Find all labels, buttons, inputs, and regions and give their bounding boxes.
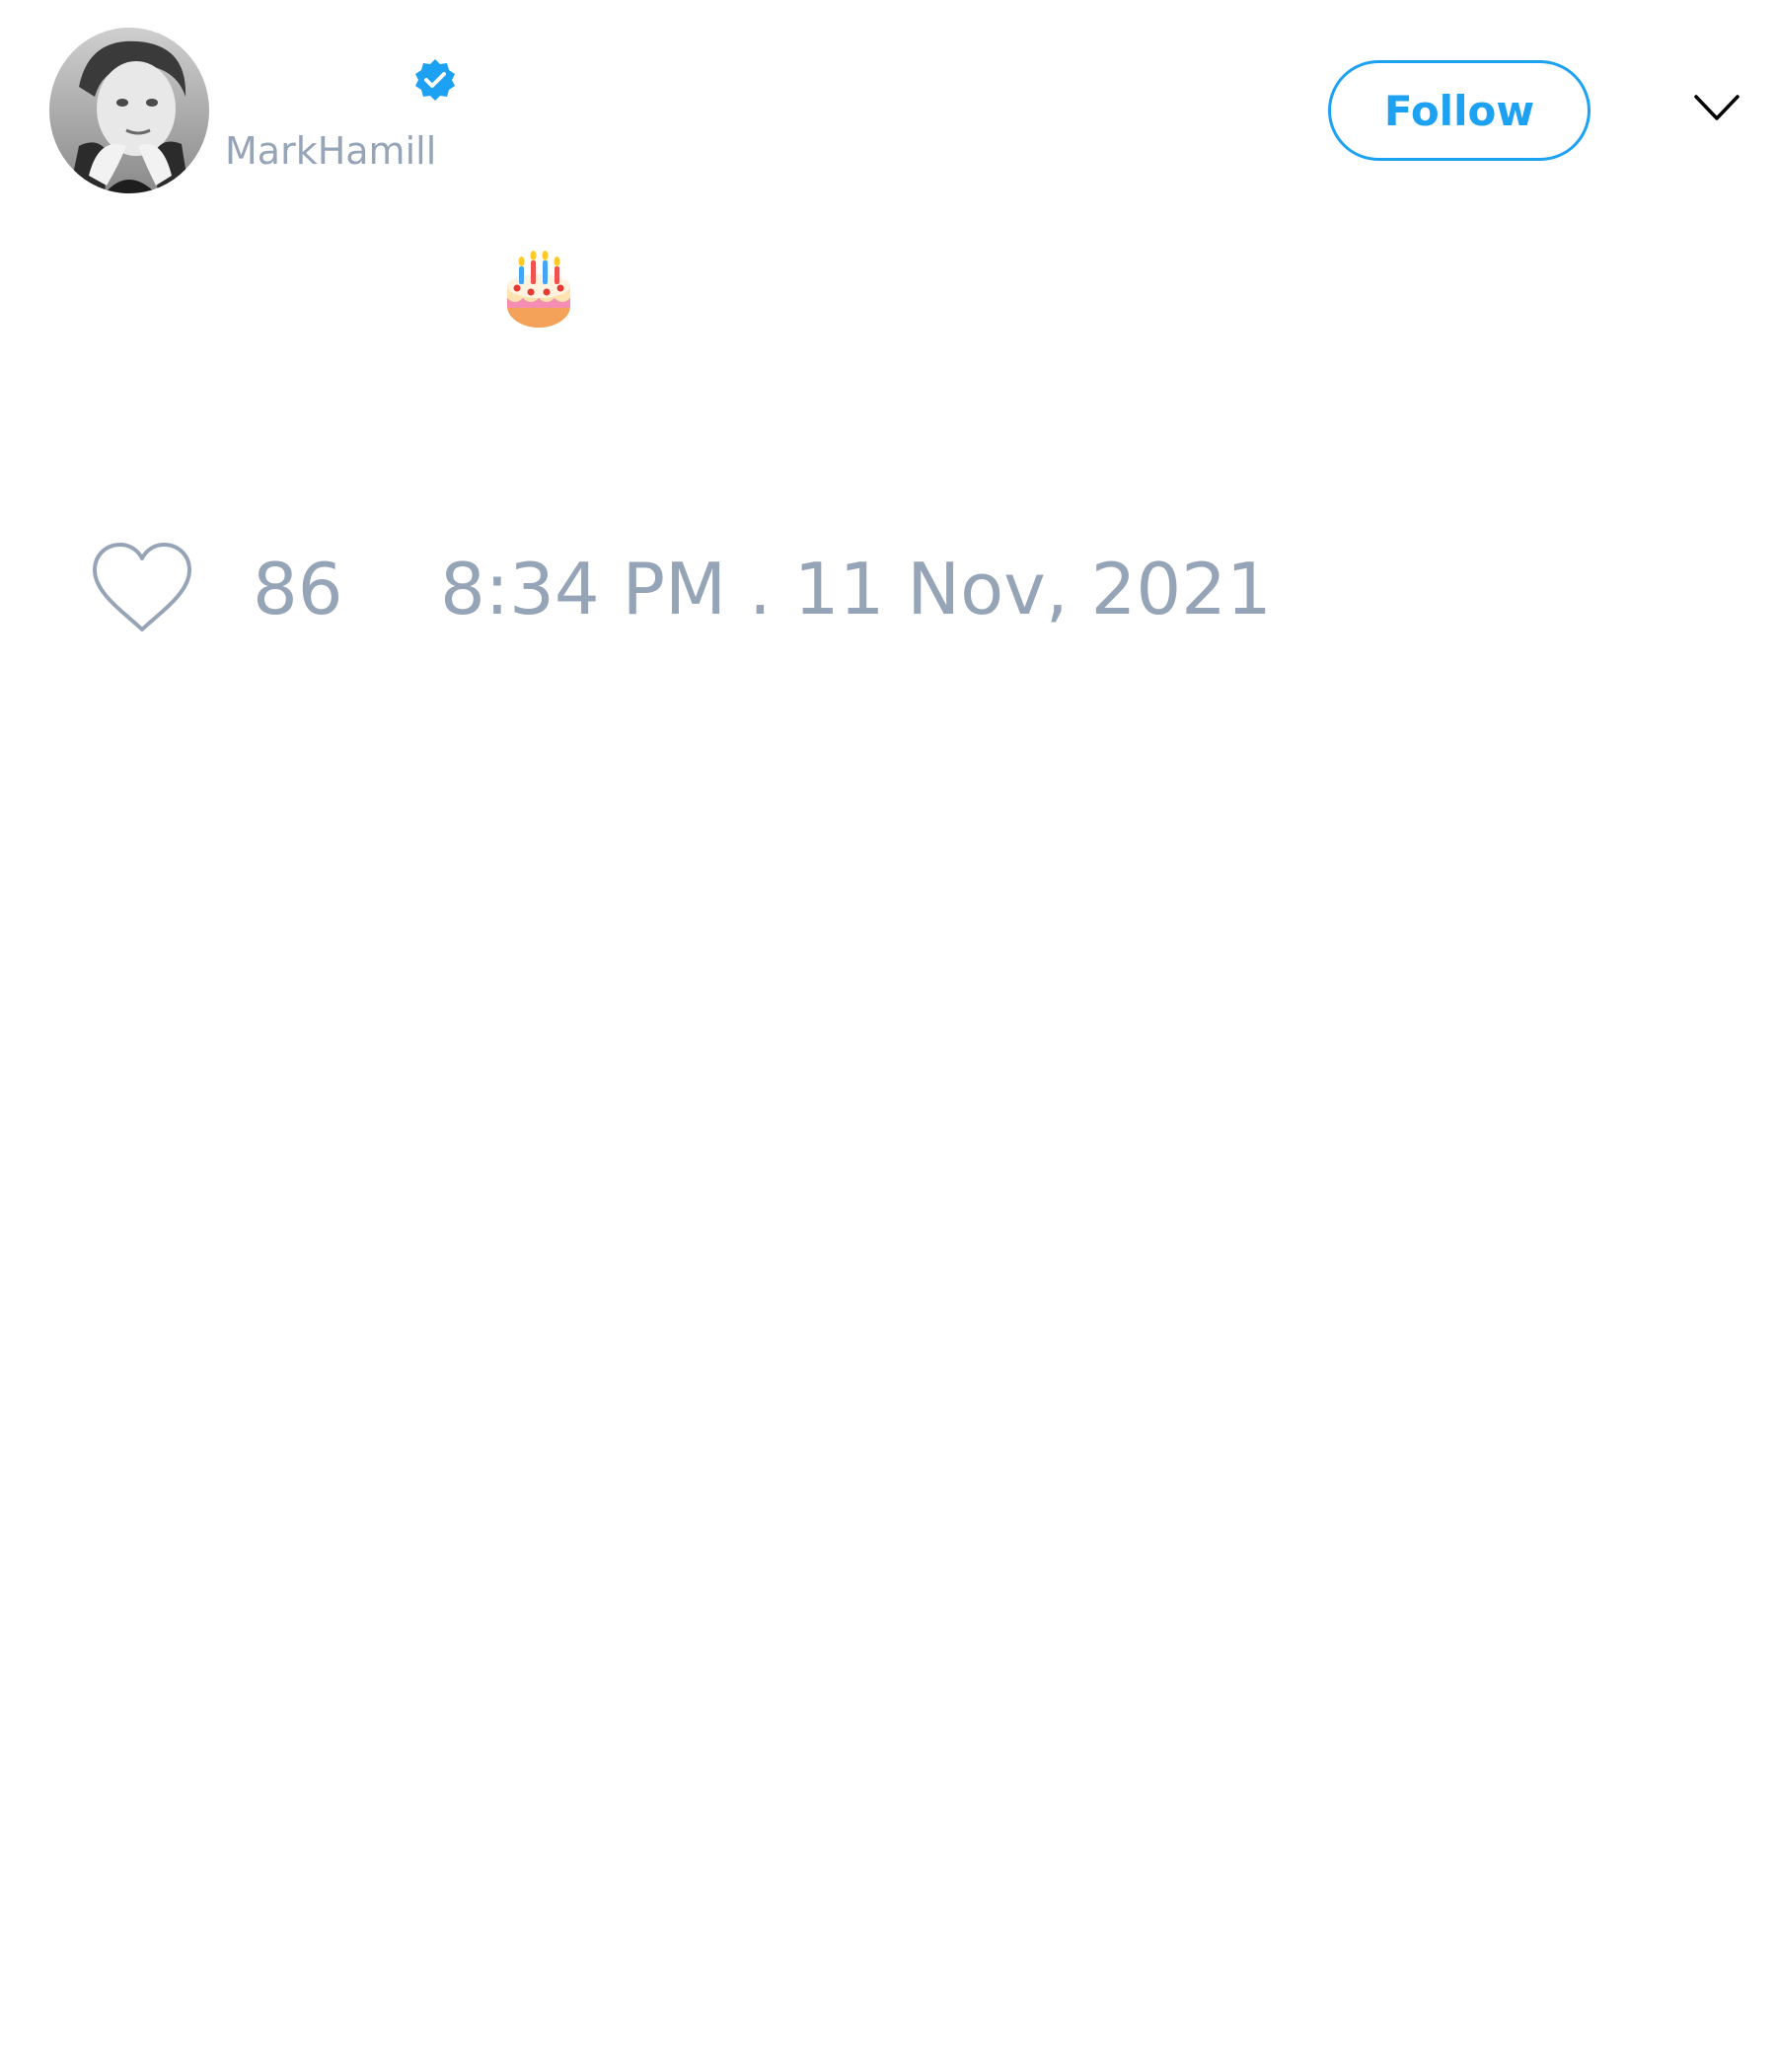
chevron-down-icon[interactable] (1692, 91, 1741, 124)
like-count: 86 (253, 548, 343, 630)
verified-badge-icon (415, 59, 455, 101)
author-handle[interactable]: MarkHamill (225, 126, 436, 176)
follow-button[interactable]: Follow (1328, 60, 1591, 161)
heart-icon[interactable] (89, 541, 195, 637)
avatar[interactable] (49, 28, 209, 193)
birthday-cake-icon (507, 251, 570, 328)
tweet-timestamp[interactable]: 8:34 PM . 11 Nov, 2021 (440, 547, 1272, 631)
avatar-photo (49, 28, 209, 193)
